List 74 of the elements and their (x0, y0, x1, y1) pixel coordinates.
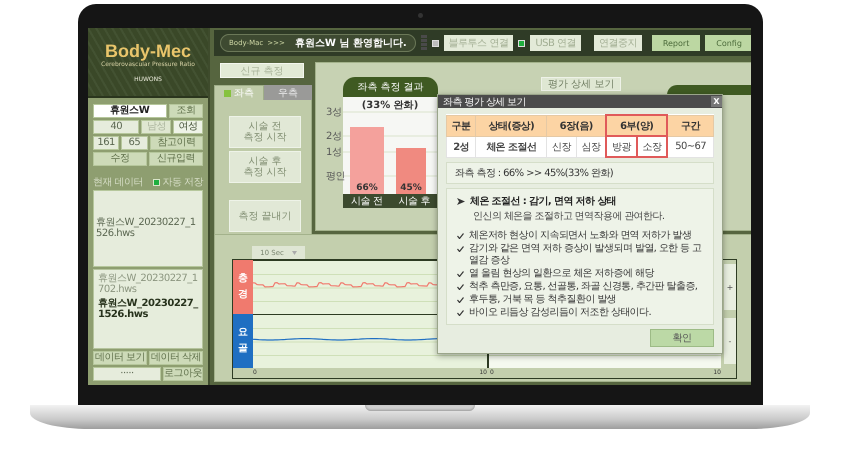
weight-field[interactable]: 65 (121, 136, 148, 150)
nav-button[interactable]: Report (652, 35, 700, 51)
file-item[interactable]: 휴원스W_20230227_1526.hws (98, 298, 198, 320)
arrow-bullet-icon (457, 198, 465, 204)
symptom-text: 척추 측만증, 요통, 선골통, 좌골 신경통, 추간판 탈출증, (469, 281, 698, 293)
symptom-text: 열 올림 현상의 일환으로 체온 저하증에 해당 (469, 268, 654, 280)
bar (350, 127, 384, 194)
logo-title: Body-Mec (104, 41, 191, 61)
current-data-label: 현재 데이터 (93, 176, 144, 189)
caret-icon (292, 250, 297, 254)
auto-save-checkbox[interactable] (153, 178, 160, 186)
logout-button[interactable]: 로그아웃 (163, 367, 203, 381)
welcome-text: 휴원스W 님 환영합니다. (294, 37, 407, 50)
symptom-text: 감기와 같은 면역 저하 증상이 발생되며 발열, 오한 등 고열감 증상 (469, 243, 703, 267)
current-file-field[interactable]: 휴원스W_20230227_1526.hws (93, 190, 203, 266)
table-header: 구분 (446, 115, 476, 136)
chart-subtitle: (33% 완화) (362, 100, 418, 111)
channel-label: 요골 (233, 314, 253, 368)
zoom-button[interactable]: + (724, 264, 736, 310)
password-field[interactable]: ····· (93, 367, 161, 381)
auto-save-label: 자동 저장 (162, 176, 203, 189)
gender-toggle[interactable]: 여성 (173, 120, 203, 134)
value-label: 66% (356, 183, 378, 193)
file-list[interactable]: 휴원스W_20230227_1702.hws 휴원스W_20230227_1526.hws (93, 268, 203, 349)
data-button[interactable]: 데이터 삭제 (149, 351, 203, 365)
value-label: 45% (400, 183, 422, 193)
table-header: 6장(음) (546, 115, 606, 136)
table-header: 상태(증상) (476, 115, 547, 136)
measure-button[interactable]: 시술 전 측정 시작 (229, 116, 301, 148)
symptom-text: 체온저하 현상이 지속되면서 노화와 면역 저하가 발생 (469, 230, 692, 242)
axis-label: 3성 (326, 107, 342, 118)
axis-label: 평인 (326, 171, 345, 182)
detail-heading: 체온 조절선 : 감기, 면역 저하 상태 (470, 195, 616, 208)
symptom-text: 후두통, 거북 목 등 척추질환이 발생 (469, 294, 616, 306)
height-field[interactable]: 161 (93, 136, 120, 150)
age-field[interactable]: 40 (93, 120, 140, 134)
table-cell: 방광 (606, 136, 637, 157)
table-cell: 50~67 (667, 136, 714, 157)
table-header: 6부(양) (606, 115, 668, 136)
dialog-title: 좌측 평가 상세 보기 (443, 96, 526, 108)
edit-button[interactable]: 수정 (93, 152, 147, 166)
side-tab[interactable]: 우측 (264, 85, 312, 100)
table-cell: 신장 (546, 136, 576, 157)
summary-text: 좌측 측정 : 66% >> 45%(33% 완화) (446, 162, 714, 184)
new-entry-button[interactable]: 신규입력 (149, 152, 203, 166)
data-button[interactable]: 데이터 보기 (93, 351, 147, 365)
bar (396, 148, 426, 194)
history-button[interactable]: 참고이력 (150, 136, 204, 150)
chart-title: 좌측 측정 결과 (343, 77, 438, 97)
close-button[interactable]: X (711, 96, 722, 107)
connection-checkbox[interactable] (518, 40, 526, 46)
measure-button[interactable]: 측정 끝내기 (229, 200, 301, 232)
table-cell: 체온 조절선 (476, 136, 547, 157)
measure-button[interactable]: 시술 후 측정 시작 (229, 151, 301, 183)
table-cell: 2성 (446, 136, 476, 157)
axis-label: 1성 (326, 147, 342, 158)
axis-label: 2성 (326, 131, 342, 142)
webcam-icon (418, 13, 423, 18)
name-field[interactable]: 휴원스W (93, 104, 166, 118)
confirm-button[interactable]: 확인 (650, 329, 714, 347)
category-label: 시술 전 (351, 195, 382, 208)
nav-button[interactable]: Config (705, 35, 751, 51)
symptom-text: 바이오 리듬상 감성리듬이 저조한 상태이다. (469, 307, 652, 319)
file-item[interactable]: 휴원스W_20230227_1702.hws (98, 272, 198, 294)
connection-checkbox[interactable] (432, 40, 439, 46)
grip-icon (420, 35, 427, 51)
table-header: 구간 (667, 115, 714, 136)
channel-label: 충경 (233, 260, 253, 314)
category-label: 시술 후 (398, 195, 430, 208)
table-cell: 소장 (636, 136, 668, 157)
detail-button[interactable]: 평가 상세 보기 (541, 77, 622, 91)
search-button[interactable]: 조회 (168, 104, 203, 118)
detail-description: 인신의 체온을 조절하고 면역작용에 관여한다. (473, 210, 666, 223)
zoom-button[interactable]: - (724, 318, 736, 364)
